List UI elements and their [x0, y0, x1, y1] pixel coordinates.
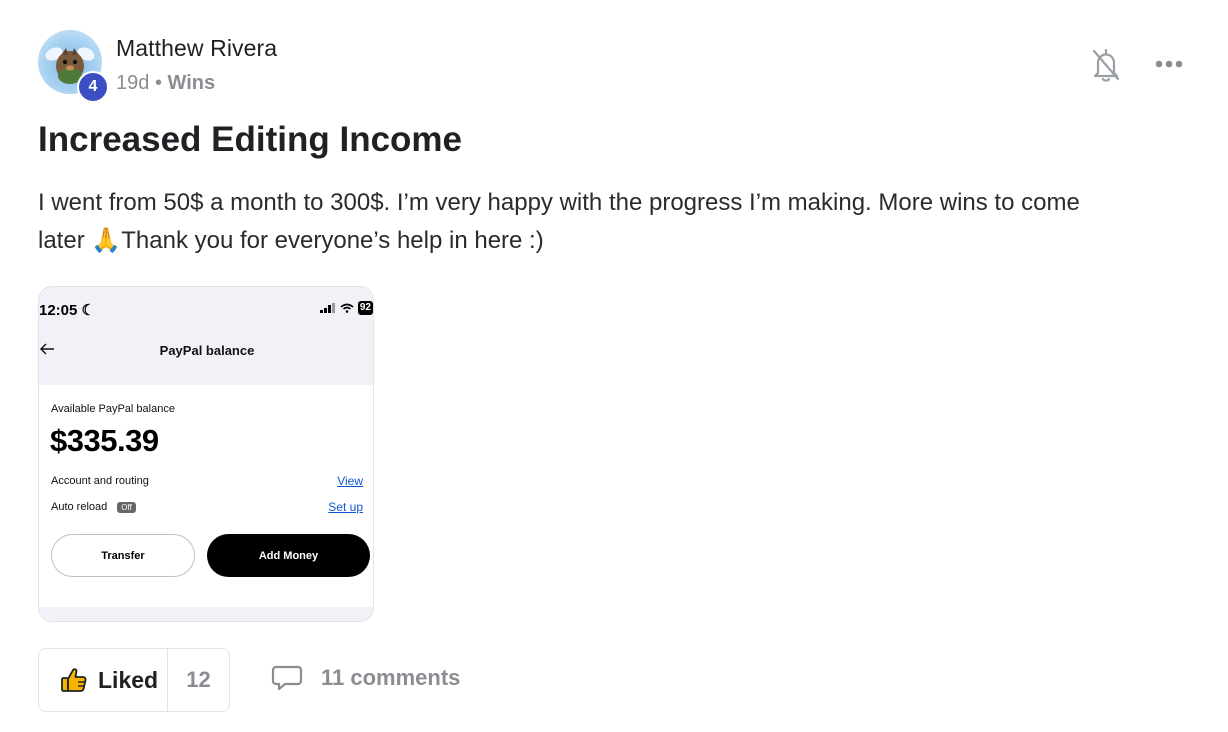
pray-emoji: 🙏 [91, 227, 122, 254]
level-badge: 4 [77, 71, 109, 103]
thumbs-up-icon [61, 668, 87, 692]
post-body-line-2: later 🙏Thank you for everyone’s help in … [38, 222, 1188, 260]
more-dots-icon[interactable] [1152, 52, 1188, 76]
post-category[interactable]: Wins [168, 72, 216, 94]
post-body-text: Thank you for everyone’s help in here :) [121, 227, 544, 254]
setup-link: Set up [328, 500, 363, 514]
like-control: Liked 12 [38, 648, 230, 712]
post-title: Increased Editing Income [38, 120, 462, 159]
battery-icon: 92 [357, 301, 373, 315]
post-body: I went from 50$ a month to 300$. I’m ver… [38, 184, 1188, 260]
wifi-icon [340, 303, 354, 313]
bell-off-icon[interactable] [1088, 46, 1124, 84]
transfer-button: Transfer [51, 534, 195, 577]
post-meta: 19d • Wins [116, 72, 215, 95]
post-body-line-1: I went from 50$ a month to 300$. I’m ver… [38, 189, 1080, 216]
moon-icon: ☾ [81, 302, 95, 319]
auto-reload-state: Off [117, 501, 136, 513]
author-name[interactable]: Matthew Rivera [116, 35, 277, 62]
like-count[interactable]: 12 [167, 649, 229, 711]
add-money-button: Add Money [207, 534, 370, 577]
meta-separator: • [154, 72, 162, 94]
view-link: View [337, 474, 363, 488]
auto-reload-row: Auto reload Off [51, 501, 136, 513]
available-label: Available PayPal balance [51, 403, 175, 415]
comment-bubble-icon [271, 665, 303, 691]
auto-reload-label: Auto reload [51, 501, 108, 513]
post-body-text: later [38, 227, 92, 254]
paypal-header-title: PayPal balance [159, 343, 255, 358]
status-time: 12:05 ☾ [39, 301, 95, 319]
status-time-text: 12:05 [39, 302, 78, 319]
balance-amount: $335.39 [50, 423, 159, 458]
status-icons: 92 [319, 301, 373, 315]
comments-button[interactable]: 11 comments [271, 664, 460, 692]
account-routing-label: Account and routing [51, 475, 149, 487]
like-button[interactable]: Liked [39, 649, 167, 711]
attachment-image[interactable]: 12:05 ☾ 92 PayPal balance Available PayP… [38, 286, 374, 622]
post-age: 19d [116, 72, 150, 94]
balance-card: Available PayPal balance $335.39 Account… [39, 385, 373, 607]
comments-label: 11 comments [321, 665, 461, 690]
signal-icon [319, 303, 335, 313]
like-label: Liked [98, 666, 159, 693]
